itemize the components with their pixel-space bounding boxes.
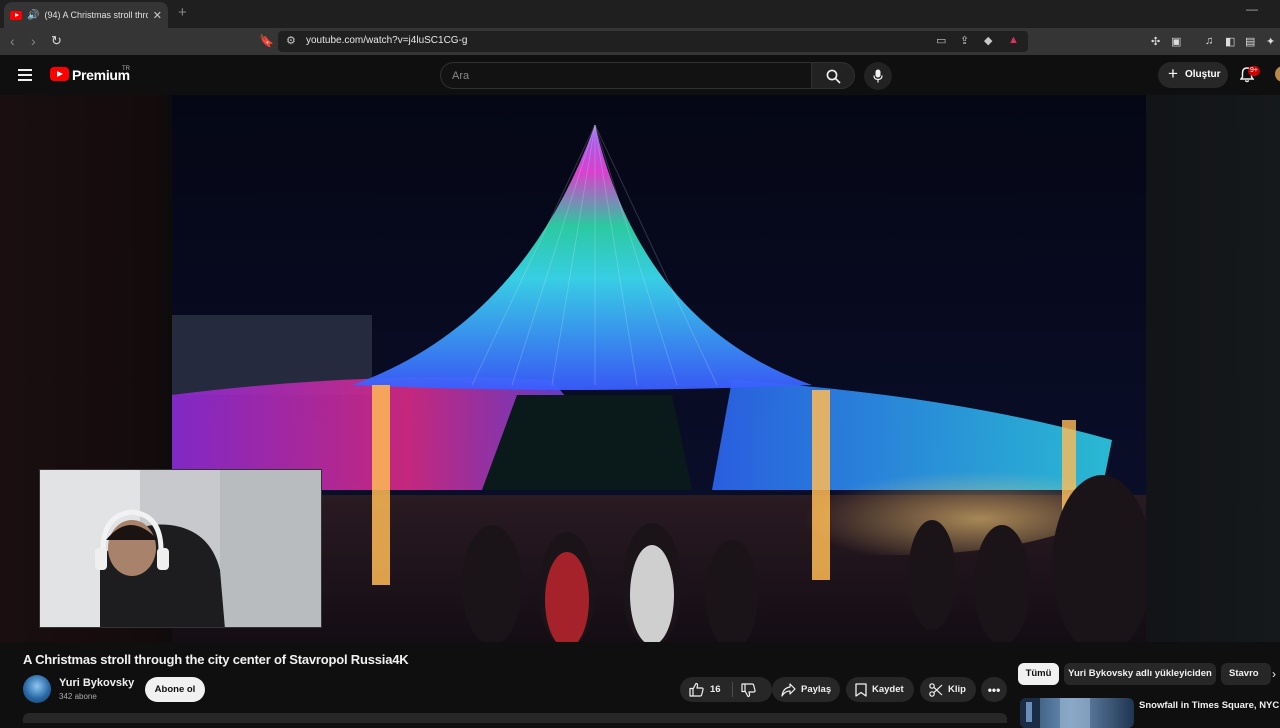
video-title: A Christmas stroll through the city cent… — [23, 652, 409, 667]
notification-badge: 9+ — [1248, 66, 1260, 76]
bookmark-icon[interactable]: 🔖 — [259, 34, 274, 48]
chip-all[interactable]: Tümü — [1018, 663, 1059, 685]
thumbs-down-icon[interactable] — [741, 683, 756, 698]
search-icon — [826, 69, 841, 84]
share-arrow-icon — [781, 682, 796, 697]
chip-stavropol[interactable]: Stavro — [1221, 663, 1271, 685]
address-bar[interactable]: ⚙ youtube.com/watch?v=j4luSC1CG-g ▭ ⇪ ◆ … — [278, 31, 1028, 52]
speaker-icon[interactable]: 🔊 — [27, 10, 39, 21]
rewards-icon[interactable]: ▲ — [1008, 34, 1019, 46]
new-tab-icon[interactable]: + — [178, 4, 187, 21]
account-avatar[interactable] — [1275, 66, 1280, 82]
channel-name[interactable]: Yuri Bykovsky — [59, 677, 134, 689]
minimize-window-icon[interactable]: — — [1246, 2, 1258, 16]
create-button[interactable]: + Oluştur — [1158, 62, 1228, 88]
extensions-icon[interactable]: ✣ — [1151, 35, 1160, 48]
recommendation-title[interactable]: Snowfall in Times Square, NYC | Walking … — [1139, 700, 1280, 712]
like-divider — [732, 682, 733, 697]
music-icon[interactable]: ♫ — [1205, 35, 1213, 47]
back-icon[interactable]: ‹ — [10, 33, 15, 49]
video-player-area — [0, 95, 1280, 642]
vpn-icon[interactable]: ✦ — [1266, 35, 1275, 48]
save-bookmark-icon — [855, 682, 867, 697]
times-square-thumbnail — [1020, 698, 1090, 728]
wallet-icon[interactable]: ▤ — [1245, 35, 1255, 48]
voice-search-button[interactable] — [864, 62, 892, 90]
save-button[interactable]: Kaydet — [846, 677, 914, 702]
search-placeholder: Ara — [452, 70, 470, 82]
subscribe-button[interactable]: Abone ol — [145, 677, 205, 702]
browser-toolbar: ‹ › ↻ 🔖 ⚙ youtube.com/watch?v=j4luSC1CG-… — [0, 28, 1280, 55]
youtube-masthead: Premium TR Ara + Oluştur 9+ — [0, 55, 1280, 95]
share-page-icon[interactable]: ⇪ — [960, 34, 969, 47]
scissors-icon — [929, 682, 943, 697]
youtube-logo-icon[interactable] — [50, 67, 69, 81]
recommendation-thumbnail[interactable] — [1020, 698, 1134, 728]
reader-mode-icon[interactable]: ▣ — [1171, 35, 1181, 48]
site-info-icon[interactable]: ⚙ — [286, 34, 296, 47]
reload-icon[interactable]: ↻ — [51, 33, 62, 49]
streamer-webcam-overlay — [39, 469, 322, 628]
cast-icon[interactable]: ▭ — [936, 34, 946, 47]
sidebar-icon[interactable]: ◧ — [1225, 35, 1235, 48]
thumbs-up-icon[interactable] — [689, 682, 704, 697]
menu-icon[interactable] — [18, 69, 32, 81]
like-dislike-group: 16 — [680, 677, 772, 702]
more-actions-icon: ••• — [987, 682, 1001, 697]
clip-label: Klip — [948, 684, 966, 695]
more-actions-button[interactable]: ••• — [981, 677, 1007, 702]
share-label: Paylaş — [801, 684, 832, 695]
share-button[interactable]: Paylaş — [772, 677, 840, 702]
chevron-right-icon[interactable]: › — [1272, 667, 1276, 681]
search-button[interactable] — [811, 62, 855, 89]
shield-icon[interactable]: ◆ — [984, 34, 992, 47]
microphone-icon — [873, 69, 883, 83]
channel-avatar[interactable] — [23, 675, 51, 703]
tab-title: (94) A Christmas stroll through the city… — [44, 10, 147, 20]
youtube-favicon-icon — [10, 10, 22, 20]
plus-icon: + — [1168, 64, 1178, 83]
create-label: Oluştur — [1185, 69, 1221, 80]
save-label: Kaydet — [872, 684, 904, 695]
url-text[interactable]: youtube.com/watch?v=j4luSC1CG-g — [306, 35, 467, 46]
search-input[interactable]: Ara — [440, 62, 812, 89]
webcam-frame — [40, 470, 321, 627]
browser-tab[interactable]: 🔊 (94) A Christmas stroll through the ci… — [4, 2, 168, 28]
description-box[interactable] — [23, 713, 1007, 723]
forward-icon[interactable]: › — [31, 33, 36, 49]
browser-tab-strip: 🔊 (94) A Christmas stroll through the ci… — [0, 0, 1280, 28]
subscriber-count: 342 abone — [59, 692, 97, 701]
like-count[interactable]: 16 — [710, 684, 721, 695]
country-code: TR — [122, 66, 130, 72]
chip-from-uploader[interactable]: Yuri Bykovsky adlı yükleyiciden — [1064, 663, 1216, 685]
close-tab-icon[interactable]: ✕ — [153, 9, 162, 22]
clip-button[interactable]: Klip — [920, 677, 976, 702]
